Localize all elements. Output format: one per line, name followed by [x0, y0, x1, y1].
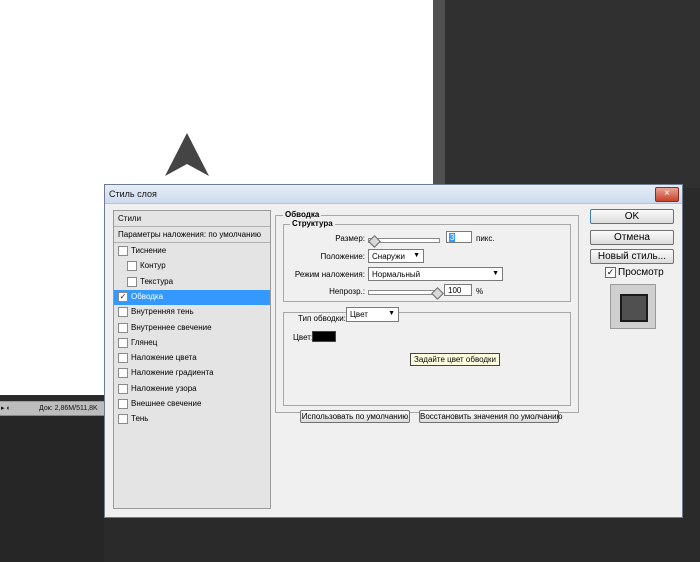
- cancel-button[interactable]: Отмена: [590, 230, 674, 245]
- style-item[interactable]: Тень: [114, 412, 270, 427]
- arrow-cursor-icon: [160, 129, 214, 181]
- style-checkbox[interactable]: [118, 399, 128, 409]
- style-item[interactable]: Наложение узора: [114, 382, 270, 397]
- styles-header[interactable]: Стили: [114, 211, 270, 227]
- stroke-group: Обводка Структура Размер: 3 пикс. Положе…: [275, 210, 579, 423]
- fill-type-select[interactable]: Цвет ▼: [346, 307, 399, 322]
- style-preview: [610, 284, 656, 329]
- style-item[interactable]: Наложение градиента: [114, 366, 270, 381]
- styles-list: Стили Параметры наложения: по умолчанию …: [113, 210, 271, 509]
- status-arrow-icon[interactable]: ▸ ◐: [1, 402, 11, 415]
- style-checkbox[interactable]: ✓: [118, 291, 128, 302]
- style-item[interactable]: Текстура: [114, 275, 270, 290]
- style-item-label: Наложение цвета: [131, 353, 197, 363]
- size-input[interactable]: 3: [446, 231, 472, 243]
- stroke-group-title: Обводка: [283, 210, 322, 219]
- workspace-divider: [433, 0, 445, 188]
- style-item[interactable]: Наложение цвета: [114, 351, 270, 366]
- structure-group: Структура Размер: 3 пикс. Положение: Сна…: [283, 219, 571, 302]
- style-item-label: Внутренняя тень: [131, 307, 194, 317]
- blend-mode-select[interactable]: Нормальный ▼: [368, 267, 503, 281]
- style-item[interactable]: Внешнее свечение: [114, 397, 270, 412]
- dialog-title: Стиль слоя: [109, 189, 157, 199]
- size-label: Размер:: [335, 234, 365, 243]
- position-label: Положение:: [320, 252, 366, 261]
- blend-mode-label: Режим наложения:: [294, 270, 365, 279]
- color-tooltip: Задайте цвет обводки: [410, 353, 501, 366]
- style-item-label: Внешнее свечение: [131, 399, 202, 408]
- chevron-down-icon: ▼: [413, 252, 420, 259]
- style-item-label: Обводка: [131, 291, 164, 301]
- opacity-label: Непрозр.:: [329, 287, 365, 296]
- style-checkbox[interactable]: [118, 383, 128, 394]
- style-checkbox[interactable]: [118, 322, 128, 333]
- style-checkbox[interactable]: [127, 276, 137, 287]
- fill-type-group: Тип обводки: Цвет ▼ Цвет: Задайте цвет о…: [283, 307, 571, 406]
- style-item-label: Наложение градиента: [131, 368, 214, 378]
- style-checkbox[interactable]: [118, 337, 128, 348]
- chevron-down-icon: ▼: [388, 310, 395, 317]
- preview-swatch: [620, 294, 648, 322]
- ok-button[interactable]: OK: [590, 209, 674, 224]
- style-item[interactable]: Глянец: [114, 336, 270, 351]
- status-bar: ▸ ◐ Док: 2,86M/511,8K: [0, 401, 104, 416]
- make-default-button[interactable]: Использовать по умолчанию: [300, 410, 410, 423]
- preview-label: Просмотр: [618, 267, 664, 278]
- style-item-label: Наложение узора: [131, 383, 197, 393]
- style-item[interactable]: Внутреннее свечение: [114, 321, 270, 336]
- style-item-label: Контур: [140, 261, 166, 271]
- preview-checkbox[interactable]: ✓: [605, 267, 616, 278]
- style-checkbox[interactable]: [118, 414, 128, 425]
- color-label: Цвет:: [293, 333, 314, 342]
- position-select[interactable]: Снаружи ▼: [368, 249, 424, 263]
- close-button[interactable]: ×: [655, 187, 679, 202]
- layer-style-dialog: Стиль слоя × Стили Параметры наложения: …: [104, 184, 683, 518]
- style-item[interactable]: Контур: [114, 259, 270, 274]
- reset-default-button[interactable]: Восстановить значения по умолчанию: [419, 410, 563, 423]
- style-item-label: Тиснение: [131, 246, 167, 255]
- new-style-button[interactable]: Новый стиль...: [590, 249, 674, 264]
- workspace-background: [445, 0, 700, 188]
- style-checkbox[interactable]: [118, 368, 128, 379]
- blending-options-item[interactable]: Параметры наложения: по умолчанию: [114, 227, 270, 243]
- fill-type-label: Тип обводки:: [296, 314, 348, 323]
- structure-group-title: Структура: [290, 219, 335, 228]
- style-item[interactable]: Внутренняя тень: [114, 305, 270, 320]
- style-item[interactable]: ✓ Обводка: [114, 289, 270, 305]
- style-item[interactable]: Тиснение: [114, 244, 270, 259]
- dialog-titlebar[interactable]: Стиль слоя ×: [105, 185, 682, 204]
- style-item-label: Тень: [131, 414, 149, 424]
- chevron-down-icon: ▼: [492, 270, 499, 277]
- stroke-color-swatch[interactable]: [312, 331, 336, 342]
- workspace-background-lower: [0, 416, 104, 562]
- opacity-slider[interactable]: [368, 290, 440, 295]
- style-checkbox[interactable]: [127, 261, 137, 272]
- opacity-unit: %: [476, 287, 484, 296]
- doc-size-text: Док: 2,86M/511,8K: [39, 405, 98, 412]
- style-checkbox[interactable]: [118, 353, 128, 364]
- style-checkbox[interactable]: [118, 307, 128, 318]
- style-item-label: Текстура: [140, 276, 174, 286]
- style-checkbox[interactable]: [118, 246, 128, 256]
- style-item-label: Внутреннее свечение: [131, 322, 212, 332]
- opacity-input[interactable]: 100: [444, 284, 472, 296]
- size-unit: пикс.: [476, 234, 495, 243]
- style-item-label: Глянец: [131, 337, 158, 347]
